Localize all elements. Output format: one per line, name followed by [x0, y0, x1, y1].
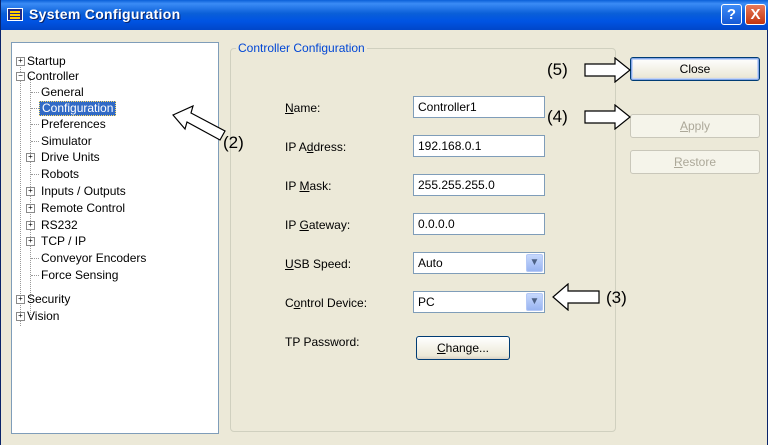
callout-5: (5) — [547, 60, 568, 79]
expand-icon[interactable]: + — [26, 237, 35, 246]
tree-guide-line — [31, 124, 39, 125]
callout-4: (4) — [547, 107, 568, 126]
change-password-button[interactable]: Change... — [416, 336, 510, 360]
expand-icon[interactable]: + — [16, 57, 25, 66]
ip-gateway-field[interactable]: 0.0.0.0 — [413, 213, 545, 235]
expand-icon[interactable]: + — [26, 204, 35, 213]
tree-guide-line — [20, 63, 21, 326]
expand-icon[interactable]: + — [16, 295, 25, 304]
tree-guide-line — [31, 174, 39, 175]
tree-item-startup[interactable]: Startup — [27, 55, 66, 68]
arrow-right-icon — [584, 57, 631, 83]
tree-guide-line — [31, 141, 39, 142]
window-title: System Configuration — [29, 6, 181, 22]
window-close-button[interactable]: X — [745, 4, 766, 25]
group-title: Controller Configuration — [236, 41, 367, 55]
usb-speed-label: USB Speed: — [285, 257, 352, 271]
ip-mask-label: IP Mask: — [285, 179, 332, 193]
tree-item-vision[interactable]: Vision — [27, 310, 59, 323]
control-device-value: PC — [418, 295, 435, 309]
arrow-left-icon — [552, 283, 600, 311]
close-button[interactable]: Close — [630, 57, 760, 81]
ip-mask-field[interactable]: 255.255.255.0 — [413, 174, 545, 196]
help-button[interactable]: ? — [721, 4, 742, 25]
tree-item-preferences[interactable]: Preferences — [41, 118, 106, 131]
expand-icon[interactable]: + — [26, 153, 35, 162]
chevron-down-icon[interactable]: ▼ — [526, 254, 543, 272]
tree-item-remote-control[interactable]: Remote Control — [41, 202, 125, 215]
apply-button[interactable]: Apply — [630, 114, 760, 138]
expand-icon[interactable]: + — [26, 187, 35, 196]
restore-button[interactable]: Restore — [630, 150, 760, 174]
control-device-select[interactable]: PC ▼ — [413, 291, 545, 313]
tree-guide-line — [31, 275, 39, 276]
tree-item-controller[interactable]: Controller — [27, 70, 79, 83]
tree-item-drive-units[interactable]: Drive Units — [41, 151, 100, 164]
tree-item-inputs-outputs[interactable]: Inputs / Outputs — [41, 185, 126, 198]
tree-guide-line — [31, 258, 39, 259]
callout-3: (3) — [606, 288, 627, 307]
tree-item-robots[interactable]: Robots — [41, 168, 79, 181]
usb-speed-select[interactable]: Auto ▼ — [413, 252, 545, 274]
tree-item-simulator[interactable]: Simulator — [41, 135, 92, 148]
arrow-right-icon — [584, 104, 631, 130]
ip-address-label: IP Address: — [285, 140, 347, 154]
expand-icon[interactable]: + — [16, 312, 25, 321]
tree-item-security[interactable]: Security — [27, 293, 70, 306]
name-label: Name: — [285, 101, 321, 115]
control-device-label: Control Device: — [285, 296, 368, 310]
tree-item-force-sensing[interactable]: Force Sensing — [41, 269, 118, 282]
tree-guide-line — [31, 108, 39, 109]
name-field[interactable]: Controller1 — [413, 96, 545, 118]
tree-item-tcpip[interactable]: TCP / IP — [41, 235, 86, 248]
tree-item-conveyor-encoders[interactable]: Conveyor Encoders — [41, 252, 146, 265]
collapse-icon[interactable]: − — [16, 72, 25, 81]
ip-address-field[interactable]: 192.168.0.1 — [413, 135, 545, 157]
configuration-tree[interactable]: + Startup − Controller General Configura… — [11, 42, 219, 434]
title-bar[interactable]: System Configuration ? X — [1, 0, 768, 30]
chevron-down-icon[interactable]: ▼ — [526, 293, 543, 311]
tree-item-configuration[interactable]: Configuration — [39, 101, 117, 116]
arrow-up-left-icon — [172, 104, 226, 141]
usb-speed-value: Auto — [418, 256, 443, 270]
tree-item-rs232[interactable]: RS232 — [41, 219, 78, 232]
app-icon — [7, 8, 23, 21]
tp-password-label: TP Password: — [285, 335, 360, 349]
ip-gateway-label: IP Gateway: — [285, 218, 351, 232]
system-configuration-window: System Configuration ? X + Startup − Con… — [0, 0, 768, 445]
expand-icon[interactable]: + — [26, 221, 35, 230]
tree-item-general[interactable]: General — [41, 86, 84, 99]
tree-guide-line — [31, 92, 39, 93]
